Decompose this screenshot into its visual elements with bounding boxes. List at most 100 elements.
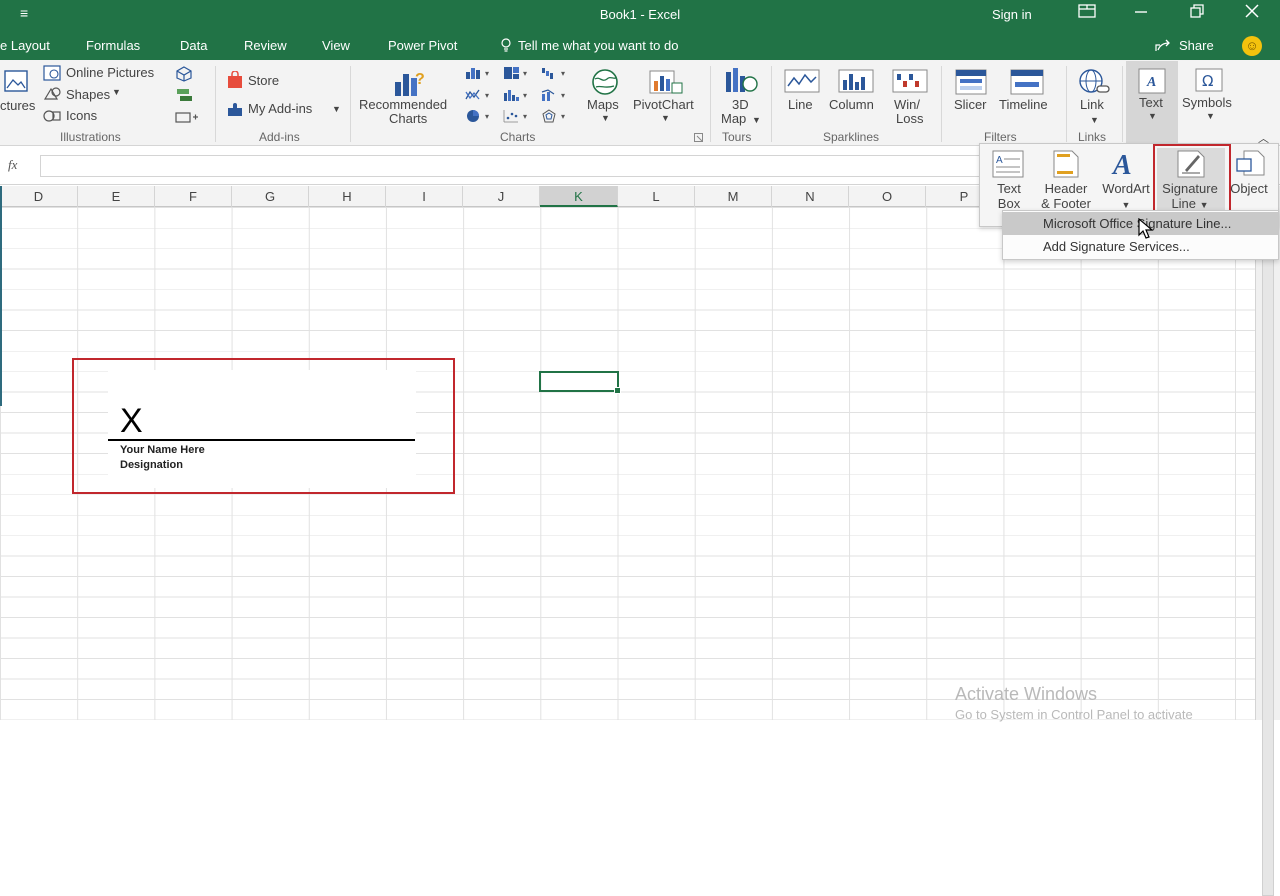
scatter-chart-icon[interactable]: ▾: [503, 109, 533, 123]
radar-chart-icon[interactable]: ▾: [541, 109, 571, 123]
svg-text:A: A: [1111, 150, 1132, 178]
charts-group-label: Charts: [500, 130, 536, 144]
store-button[interactable]: Store: [248, 73, 279, 88]
online-pictures-icon: [43, 65, 61, 81]
header-footer-label-1: Header: [1044, 181, 1088, 196]
ribbon-display-options-icon[interactable]: [1075, 4, 1099, 26]
pictures-icon: [4, 70, 28, 92]
text-button[interactable]: Text: [1139, 95, 1163, 110]
smartart-icon[interactable]: [175, 87, 193, 103]
ribbon-separator: [1122, 66, 1123, 142]
recommended-charts-icon: ?: [395, 71, 425, 96]
header-footer-label-2: & Footer: [1041, 196, 1091, 211]
sparkline-line-icon: [784, 69, 820, 93]
svg-text:?: ?: [415, 71, 425, 88]
svg-text:A: A: [1146, 75, 1156, 90]
signature-highlight-frame: [72, 358, 455, 494]
combo-chart-icon[interactable]: ▾: [541, 88, 571, 102]
ribbon-separator: [215, 66, 216, 142]
svg-text:▾: ▾: [561, 112, 565, 121]
link-globe-icon: [1079, 69, 1110, 93]
tab-power-pivot[interactable]: Power Pivot: [388, 38, 457, 53]
screenshot-icon[interactable]: [175, 110, 199, 124]
slicer-button[interactable]: Slicer: [954, 97, 987, 112]
my-addins-button[interactable]: My Add-ins: [248, 101, 312, 116]
minimize-icon[interactable]: [1129, 4, 1153, 26]
pivotchart-button[interactable]: PivotChart: [633, 97, 694, 112]
sparkline-winloss-icon: [892, 69, 928, 93]
sparkline-column-button[interactable]: Column: [829, 97, 874, 112]
recommended-charts-label-2[interactable]: Charts: [389, 111, 427, 126]
column-header-m[interactable]: M: [695, 186, 772, 207]
timeline-icon: [1010, 69, 1044, 95]
column-header-g[interactable]: G: [232, 186, 309, 207]
scrollbar-thumb[interactable]: [1262, 256, 1274, 896]
shapes-button[interactable]: Shapes: [66, 87, 110, 102]
mouse-pointer-icon: [1138, 218, 1154, 239]
tab-page-layout[interactable]: e Layout: [0, 38, 50, 53]
3d-models-icon[interactable]: [175, 66, 193, 82]
icons-icon: [43, 110, 61, 122]
share-icon: [1155, 39, 1170, 51]
ribbon-separator: [350, 66, 351, 142]
slicer-icon: [955, 69, 987, 95]
waterfall-chart-icon[interactable]: ▾: [541, 66, 571, 80]
line-chart-icon[interactable]: ▾: [465, 88, 495, 102]
charts-dialog-launcher-icon[interactable]: [694, 133, 703, 142]
sparkline-winloss-label-2[interactable]: Loss: [896, 111, 923, 126]
column-header-k[interactable]: K: [540, 186, 618, 207]
tab-review[interactable]: Review: [244, 38, 287, 53]
restore-icon[interactable]: [1185, 4, 1209, 26]
feedback-smiley-icon[interactable]: ☺: [1242, 36, 1262, 56]
my-addins-chevron-down-icon: ▼: [332, 104, 341, 114]
text-box-label-2: Box: [997, 196, 1021, 211]
3d-map-label-1[interactable]: 3D: [732, 97, 749, 112]
column-chart-icon[interactable]: ▾: [465, 66, 495, 80]
header-footer-icon: [1053, 150, 1079, 178]
column-header-o[interactable]: O: [849, 186, 926, 207]
column-header-f[interactable]: F: [155, 186, 232, 207]
icons-button[interactable]: Icons: [66, 108, 97, 123]
symbols-button[interactable]: Symbols: [1182, 95, 1232, 110]
link-button[interactable]: Link: [1080, 97, 1104, 112]
column-header-h[interactable]: H: [309, 186, 386, 207]
text-box-button[interactable]: Text Box: [990, 181, 1028, 211]
text-chevron-down-icon: ▼: [1148, 111, 1157, 121]
sparklines-group-label: Sparklines: [823, 130, 880, 144]
symbols-chevron-down-icon: ▼: [1206, 111, 1215, 121]
statistic-chart-icon[interactable]: ▾: [503, 88, 533, 102]
tell-me-search[interactable]: Tell me what you want to do: [500, 38, 678, 53]
column-header-l[interactable]: L: [618, 186, 695, 207]
sparkline-line-button[interactable]: Line: [788, 97, 813, 112]
column-header-d[interactable]: D: [0, 186, 78, 207]
maps-button[interactable]: Maps: [587, 97, 619, 112]
pictures-button[interactable]: ctures: [0, 98, 35, 113]
header-footer-button[interactable]: Header & Footer: [1035, 181, 1097, 211]
insert-function-icon[interactable]: fx: [8, 157, 17, 173]
text-box-icon: A: [992, 150, 1024, 178]
hierarchy-chart-icon[interactable]: ▾: [503, 66, 533, 80]
column-header-i[interactable]: I: [386, 186, 463, 207]
column-header-j[interactable]: J: [463, 186, 540, 207]
online-pictures-button[interactable]: Online Pictures: [66, 65, 154, 80]
vertical-scrollbar[interactable]: [1255, 186, 1280, 896]
share-button[interactable]: Share: [1155, 38, 1214, 53]
recommended-charts-label-1[interactable]: Recommended: [359, 97, 447, 112]
3d-map-label-2[interactable]: Map: [721, 111, 746, 126]
active-cell-k[interactable]: [539, 371, 621, 394]
timeline-button[interactable]: Timeline: [999, 97, 1048, 112]
pie-chart-icon[interactable]: ▾: [465, 109, 495, 123]
column-header-n[interactable]: N: [772, 186, 849, 207]
column-header-e[interactable]: E: [78, 186, 155, 207]
insert-ribbon: ctures Online Pictures Shapes ▼ Icons Il…: [0, 60, 1280, 146]
object-button[interactable]: Object: [1226, 181, 1272, 196]
activate-windows-watermark: Activate Windows: [955, 684, 1098, 704]
illustrations-group-label: Illustrations: [60, 130, 121, 144]
tab-data[interactable]: Data: [180, 38, 207, 53]
wordart-button[interactable]: WordArt ▼: [1098, 181, 1154, 213]
sign-in-link[interactable]: Sign in: [992, 7, 1032, 22]
tab-formulas[interactable]: Formulas: [86, 38, 140, 53]
sparkline-winloss-label-1[interactable]: Win/: [894, 97, 920, 112]
close-icon[interactable]: [1240, 4, 1264, 26]
tab-view[interactable]: View: [322, 38, 350, 53]
